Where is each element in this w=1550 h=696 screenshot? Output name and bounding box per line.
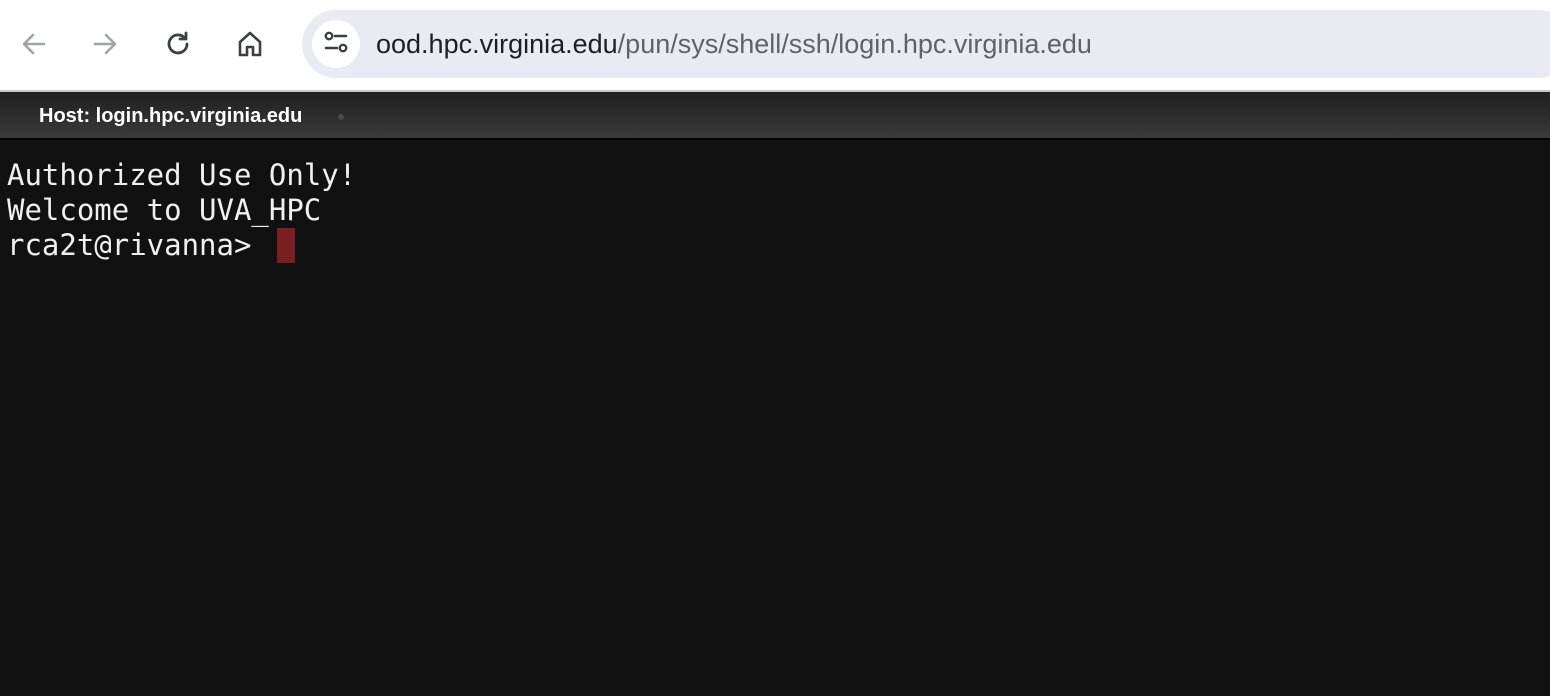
terminal-line: Welcome to UVA_HPC — [7, 193, 322, 227]
reload-icon — [163, 29, 193, 59]
reload-button[interactable] — [156, 22, 200, 66]
url-path: /pun/sys/shell/ssh/login.hpc.virginia.ed… — [617, 29, 1092, 59]
header-dot — [338, 114, 344, 120]
terminal-header: Host: login.hpc.virginia.edu — [0, 92, 1550, 140]
url-host: ood.hpc.virginia.edu — [376, 29, 618, 59]
back-button[interactable] — [12, 22, 56, 66]
host-label: Host: login.hpc.virginia.edu — [39, 105, 303, 127]
forward-button[interactable] — [83, 22, 127, 66]
home-button[interactable] — [228, 22, 272, 66]
terminal-cursor — [277, 228, 295, 263]
terminal-line: Authorized Use Only! — [7, 158, 357, 192]
tune-icon — [322, 28, 350, 61]
terminal-screen[interactable]: Authorized Use Only! Welcome to UVA_HPC … — [0, 142, 1550, 696]
site-info-button[interactable] — [312, 20, 360, 68]
home-icon — [235, 29, 265, 59]
address-bar[interactable]: ood.hpc.virginia.edu/pun/sys/shell/ssh/l… — [302, 10, 1550, 78]
browser-toolbar: ood.hpc.virginia.edu/pun/sys/shell/ssh/l… — [0, 0, 1550, 90]
arrow-left-icon — [19, 29, 49, 59]
terminal-prompt: rca2t@rivanna> — [7, 228, 252, 262]
url-text[interactable]: ood.hpc.virginia.edu/pun/sys/shell/ssh/l… — [376, 10, 1092, 78]
arrow-right-icon — [90, 29, 120, 59]
